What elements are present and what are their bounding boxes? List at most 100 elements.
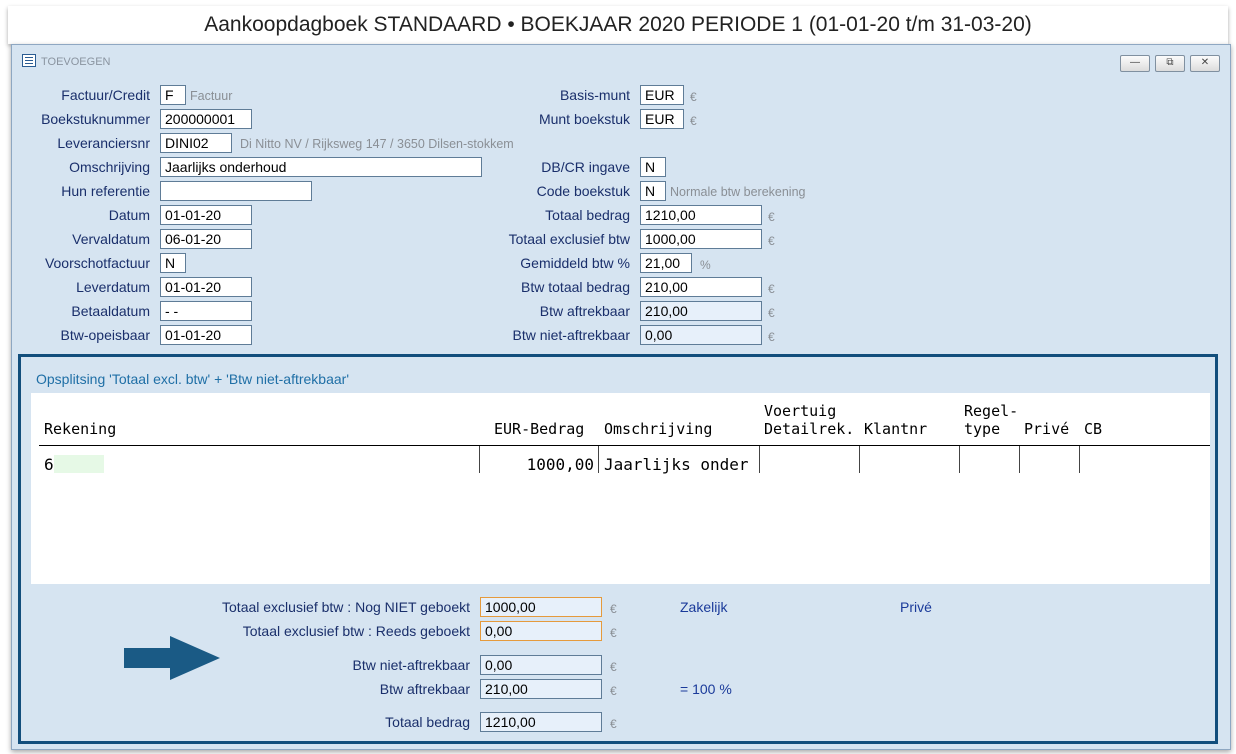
btw-aftrek-total-label: Btw aftrekbaar — [379, 681, 470, 697]
btw-opeisbaar-label: Btw-opeisbaar — [60, 327, 151, 343]
btw-niet-aftrek-input[interactable]: 0,00 — [640, 325, 762, 345]
column-separator — [959, 446, 960, 473]
reeds-geboekt-input[interactable]: 0,00 — [480, 621, 602, 641]
boekstuknummer-input[interactable]: 200000001 — [160, 109, 252, 129]
app-title: Aankoopdagboek STANDAARD • BOEKJAAR 2020… — [204, 13, 1032, 36]
code-boekstuk-hint: Normale btw berekening — [670, 185, 806, 199]
btw-aftrek-total-input[interactable]: 210,00 — [480, 679, 602, 699]
euro-icon: € — [610, 684, 617, 698]
col-header-klantnr: Klantnr — [864, 420, 928, 438]
munt-boekstuk-input[interactable]: EUR — [640, 109, 684, 129]
dbcr-ingave-label: DB/CR ingave — [541, 159, 630, 175]
betaaldatum-label: Betaaldatum — [71, 303, 150, 319]
window-title-text: TOEVOEGEN — [41, 56, 111, 68]
split-panel-title: Opsplitsing 'Totaal excl. btw' + 'Btw ni… — [36, 371, 349, 387]
header-divider — [39, 445, 1210, 446]
euro-icon: € — [610, 660, 617, 674]
btw-niet-aftrek-total-label: Btw niet-aftrekbaar — [352, 657, 471, 673]
vervaldatum-input[interactable]: 06-01-20 — [160, 229, 252, 249]
totaal-bedrag-input[interactable]: 1210,00 — [640, 205, 762, 225]
leverancier-hint: Di Nitto NV / Rijksweg 147 / 3650 Dilsen… — [240, 137, 514, 151]
gem-btw-input[interactable]: 21,00 — [640, 253, 692, 273]
btw-totaal-label: Btw totaal bedrag — [521, 279, 630, 295]
factuur-credit-hint: Factuur — [190, 89, 233, 103]
totaal-bedrag-total-input[interactable]: 1210,00 — [480, 712, 602, 732]
euro-icon: € — [768, 282, 775, 296]
nog-niet-geboekt-input[interactable]: 1000,00 — [480, 597, 602, 617]
restore-button[interactable]: ⧉ — [1155, 55, 1185, 72]
prive-label: Privé — [900, 599, 932, 615]
boekstuknummer-label: Boekstuknummer — [41, 111, 150, 127]
col-header-omschrijving: Omschrijving — [604, 420, 713, 438]
close-button[interactable]: ✕ — [1190, 55, 1220, 72]
totaal-excl-input[interactable]: 1000,00 — [640, 229, 762, 249]
rekening-cell-highlight — [54, 455, 104, 473]
column-separator — [1079, 446, 1080, 473]
hun-referentie-input[interactable] — [160, 181, 312, 201]
euro-icon: € — [610, 602, 617, 616]
leverdatum-input[interactable]: 01-01-20 — [160, 277, 252, 297]
euro-icon: € — [690, 90, 697, 104]
window-title: TOEVOEGEN — [22, 54, 110, 68]
basis-munt-label: Basis-munt — [559, 87, 630, 103]
omschrijving-label: Omschrijving — [69, 159, 150, 175]
gem-btw-label: Gemiddeld btw % — [520, 255, 630, 271]
col-header-regel: Regel- — [964, 402, 1019, 420]
munt-boekstuk-label: Munt boekstuk — [538, 111, 630, 127]
factuur-credit-label: Factuur/Credit — [61, 87, 150, 103]
leveranciersnr-label: Leveranciersnr — [57, 135, 150, 151]
leveranciersnr-input[interactable]: DINI02 — [160, 133, 232, 153]
percent-icon: % — [700, 258, 711, 272]
hun-referentie-label: Hun referentie — [61, 183, 150, 199]
percentage-text: = 100 % — [680, 681, 732, 697]
zakelijk-label: Zakelijk — [680, 599, 728, 615]
col-header-detailrek: Detailrek. — [764, 420, 855, 438]
btw-aftrek-label: Btw aftrekbaar — [539, 303, 630, 319]
app-title-bar: Aankoopdagboek STANDAARD • BOEKJAAR 2020… — [8, 6, 1228, 44]
totaal-bedrag-label: Totaal bedrag — [545, 207, 630, 223]
datum-label: Datum — [108, 207, 150, 223]
column-separator — [759, 446, 760, 473]
nog-niet-geboekt-label: Totaal exclusief btw : Nog NIET geboekt — [222, 599, 470, 615]
voorschotfactuur-label: Voorschotfactuur — [44, 255, 150, 271]
euro-icon: € — [768, 330, 775, 344]
euro-icon: € — [610, 717, 617, 731]
euro-icon: € — [610, 626, 617, 640]
code-boekstuk-label: Code boekstuk — [536, 183, 630, 199]
omschrijving-input[interactable]: Jaarlijks onderhoud — [160, 157, 482, 177]
col-header-cb: CB — [1084, 420, 1103, 438]
btw-niet-aftrek-total-input[interactable]: 0,00 — [480, 655, 602, 675]
minimize-button[interactable]: — — [1120, 55, 1150, 72]
col-header-rekening: Rekening — [44, 420, 117, 438]
totaal-excl-label: Totaal exclusief btw — [508, 231, 630, 247]
col-header-type: type — [964, 420, 1001, 438]
btw-niet-aftrek-label: Btw niet-aftrekbaar — [512, 327, 631, 343]
euro-icon: € — [768, 210, 775, 224]
euro-icon: € — [768, 234, 775, 248]
btw-aftrek-input[interactable]: 210,00 — [640, 301, 762, 321]
col-header-voertuig: Voertuig — [764, 402, 837, 420]
row-rekening[interactable]: 6 — [44, 455, 54, 474]
row-omschrijving[interactable]: Jaarlijks onder — [604, 455, 749, 474]
vervaldatum-label: Vervaldatum — [72, 231, 150, 247]
euro-icon: € — [690, 114, 697, 128]
row-bedrag[interactable]: 1000,00 — [480, 455, 594, 474]
column-separator — [859, 446, 860, 473]
code-boekstuk-input[interactable]: N — [640, 181, 666, 201]
basis-munt-input[interactable]: EUR — [640, 85, 684, 105]
window-controls: — ⧉ ✕ — [1115, 52, 1220, 72]
betaaldatum-input[interactable]: - - — [160, 301, 252, 321]
col-header-eur-bedrag: EUR-Bedrag — [494, 420, 585, 438]
euro-icon: € — [768, 306, 775, 320]
voorschotfactuur-input[interactable]: N — [160, 253, 186, 273]
dbcr-ingave-input[interactable]: N — [640, 157, 666, 177]
leverdatum-label: Leverdatum — [76, 279, 150, 295]
col-header-prive: Privé — [1024, 420, 1070, 438]
factuur-credit-input[interactable]: F — [160, 85, 186, 105]
form-icon — [22, 54, 36, 67]
btw-opeisbaar-input[interactable]: 01-01-20 — [160, 325, 252, 345]
column-separator — [598, 446, 599, 473]
totaal-bedrag-total-label: Totaal bedrag — [385, 714, 470, 730]
btw-totaal-input[interactable]: 210,00 — [640, 277, 762, 297]
datum-input[interactable]: 01-01-20 — [160, 205, 252, 225]
